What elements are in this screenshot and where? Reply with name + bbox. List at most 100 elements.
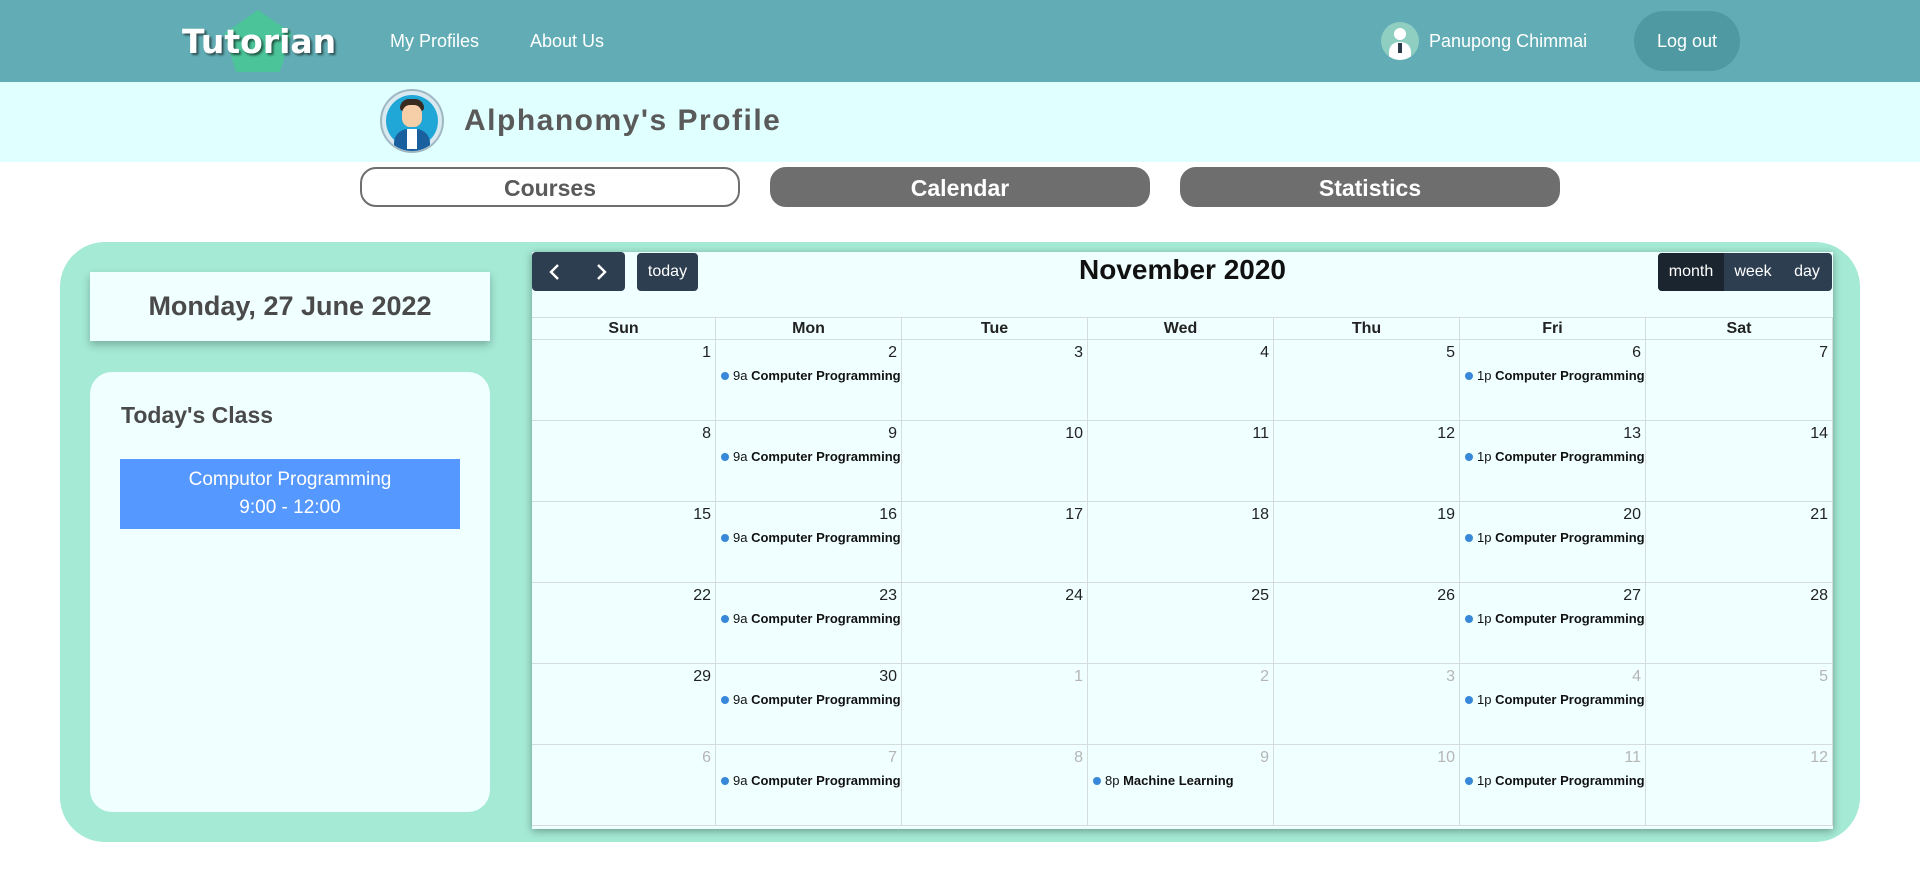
- day-number[interactable]: 4: [1260, 344, 1269, 362]
- tab-courses[interactable]: Courses: [360, 167, 740, 207]
- calendar-day-cell[interactable]: 28: [1646, 583, 1833, 664]
- calendar-day-cell[interactable]: 17: [902, 502, 1088, 583]
- user-menu[interactable]: Panupong Chimmai: [1381, 22, 1587, 60]
- calendar-day-cell[interactable]: 18: [1088, 502, 1274, 583]
- day-number[interactable]: 6: [1632, 344, 1641, 362]
- day-number[interactable]: 8: [702, 425, 711, 443]
- calendar-day-cell[interactable]: 7 9a Computer Programming: [716, 745, 902, 826]
- day-number[interactable]: 2: [1260, 668, 1269, 686]
- day-number[interactable]: 28: [1810, 587, 1828, 605]
- calendar-day-cell[interactable]: 11 1p Computer Programming: [1460, 745, 1646, 826]
- day-number[interactable]: 11: [1252, 425, 1269, 443]
- logout-button[interactable]: Log out: [1634, 11, 1740, 71]
- day-number[interactable]: 10: [1437, 749, 1455, 767]
- day-number[interactable]: 4: [1632, 668, 1641, 686]
- day-number[interactable]: 9: [888, 425, 897, 443]
- calendar-event[interactable]: 9a Computer Programming: [721, 529, 901, 547]
- day-number[interactable]: 25: [1251, 587, 1269, 605]
- calendar-day-cell[interactable]: 9 8p Machine Learning: [1088, 745, 1274, 826]
- calendar-day-cell[interactable]: 23 9a Computer Programming: [716, 583, 902, 664]
- calendar-day-cell[interactable]: 19: [1274, 502, 1460, 583]
- day-number[interactable]: 7: [888, 749, 897, 767]
- day-number[interactable]: 29: [693, 668, 711, 686]
- calendar-day-cell[interactable]: 29: [532, 664, 716, 745]
- day-number[interactable]: 7: [1819, 344, 1828, 362]
- calendar-next-button[interactable]: [578, 252, 624, 291]
- calendar-day-cell[interactable]: 10: [1274, 745, 1460, 826]
- calendar-prev-button[interactable]: [532, 252, 578, 291]
- day-number[interactable]: 3: [1074, 344, 1083, 362]
- calendar-day-cell[interactable]: 8: [902, 745, 1088, 826]
- day-number[interactable]: 6: [702, 749, 711, 767]
- day-number[interactable]: 5: [1446, 344, 1455, 362]
- calendar-day-cell[interactable]: 24: [902, 583, 1088, 664]
- day-number[interactable]: 23: [879, 587, 897, 605]
- day-number[interactable]: 18: [1251, 506, 1269, 524]
- calendar-day-cell[interactable]: 3: [1274, 664, 1460, 745]
- calendar-event[interactable]: 1p Computer Programming: [1465, 772, 1645, 790]
- calendar-event[interactable]: 9a Computer Programming: [721, 367, 901, 385]
- todays-class-card[interactable]: Computor Programming 9:00 - 12:00: [120, 459, 460, 529]
- calendar-event[interactable]: 1p Computer Programming: [1465, 448, 1645, 466]
- day-number[interactable]: 3: [1446, 668, 1455, 686]
- calendar-day-cell[interactable]: 20 1p Computer Programming: [1460, 502, 1646, 583]
- day-number[interactable]: 15: [693, 506, 711, 524]
- calendar-day-cell[interactable]: 2 9a Computer Programming: [716, 340, 902, 421]
- day-number[interactable]: 16: [879, 506, 897, 524]
- calendar-day-cell[interactable]: 12: [1646, 745, 1833, 826]
- calendar-day-cell[interactable]: 7: [1646, 340, 1833, 421]
- calendar-event[interactable]: 9a Computer Programming: [721, 448, 901, 466]
- calendar-day-cell[interactable]: 15: [532, 502, 716, 583]
- day-number[interactable]: 20: [1623, 506, 1641, 524]
- day-number[interactable]: 30: [879, 668, 897, 686]
- view-week-button[interactable]: week: [1724, 253, 1782, 291]
- calendar-day-cell[interactable]: 22: [532, 583, 716, 664]
- calendar-event[interactable]: 9a Computer Programming: [721, 610, 901, 628]
- calendar-day-cell[interactable]: 1: [902, 664, 1088, 745]
- calendar-day-cell[interactable]: 8: [532, 421, 716, 502]
- calendar-day-cell[interactable]: 9 9a Computer Programming: [716, 421, 902, 502]
- calendar-day-cell[interactable]: 12: [1274, 421, 1460, 502]
- calendar-day-cell[interactable]: 4 1p Computer Programming: [1460, 664, 1646, 745]
- calendar-day-cell[interactable]: 5: [1646, 664, 1833, 745]
- view-day-button[interactable]: day: [1782, 253, 1832, 291]
- day-number[interactable]: 9: [1260, 749, 1269, 767]
- calendar-day-cell[interactable]: 13 1p Computer Programming: [1460, 421, 1646, 502]
- calendar-event[interactable]: 1p Computer Programming: [1465, 691, 1645, 709]
- calendar-day-cell[interactable]: 16 9a Computer Programming: [716, 502, 902, 583]
- calendar-day-cell[interactable]: 3: [902, 340, 1088, 421]
- calendar-day-cell[interactable]: 26: [1274, 583, 1460, 664]
- calendar-day-cell[interactable]: 10: [902, 421, 1088, 502]
- day-number[interactable]: 21: [1810, 506, 1828, 524]
- view-month-button[interactable]: month: [1658, 253, 1724, 291]
- calendar-day-cell[interactable]: 5: [1274, 340, 1460, 421]
- calendar-event[interactable]: 1p Computer Programming: [1465, 610, 1645, 628]
- calendar-day-cell[interactable]: 6: [532, 745, 716, 826]
- calendar-day-cell[interactable]: 2: [1088, 664, 1274, 745]
- calendar-event[interactable]: 1p Computer Programming: [1465, 367, 1645, 385]
- day-number[interactable]: 12: [1810, 749, 1828, 767]
- day-number[interactable]: 24: [1065, 587, 1083, 605]
- calendar-event[interactable]: 8p Machine Learning: [1093, 772, 1273, 790]
- calendar-day-cell[interactable]: 6 1p Computer Programming: [1460, 340, 1646, 421]
- day-number[interactable]: 12: [1437, 425, 1455, 443]
- calendar-day-cell[interactable]: 11: [1088, 421, 1274, 502]
- calendar-day-cell[interactable]: 1: [532, 340, 716, 421]
- calendar-event[interactable]: 1p Computer Programming: [1465, 529, 1645, 547]
- calendar-day-cell[interactable]: 4: [1088, 340, 1274, 421]
- day-number[interactable]: 1: [702, 344, 711, 362]
- calendar-day-cell[interactable]: 30 9a Computer Programming: [716, 664, 902, 745]
- nav-my-profiles-link[interactable]: My Profiles: [390, 31, 479, 52]
- calendar-day-cell[interactable]: 14: [1646, 421, 1833, 502]
- day-number[interactable]: 19: [1437, 506, 1455, 524]
- day-number[interactable]: 13: [1623, 425, 1641, 443]
- calendar-event[interactable]: 9a Computer Programming: [721, 772, 901, 790]
- day-number[interactable]: 22: [693, 587, 711, 605]
- day-number[interactable]: 8: [1074, 749, 1083, 767]
- calendar-day-cell[interactable]: 25: [1088, 583, 1274, 664]
- nav-about-us-link[interactable]: About Us: [530, 31, 604, 52]
- tab-statistics[interactable]: Statistics: [1180, 167, 1560, 207]
- tab-calendar[interactable]: Calendar: [770, 167, 1150, 207]
- day-number[interactable]: 27: [1623, 587, 1641, 605]
- calendar-today-button[interactable]: today: [637, 253, 698, 291]
